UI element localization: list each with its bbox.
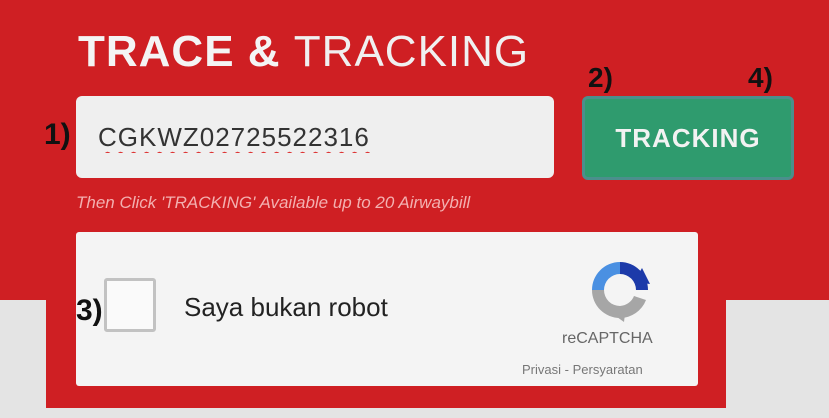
title-bold: TRACE & (78, 27, 281, 76)
page-title: TRACE & TRACKING (78, 26, 529, 78)
airwaybill-input[interactable] (76, 96, 554, 178)
privacy-link[interactable]: Privasi (522, 362, 561, 377)
recaptcha-links: Privasi - Persyaratan (522, 362, 643, 377)
step-2-marker: 2) (588, 62, 613, 93)
terms-link[interactable]: Persyaratan (573, 362, 643, 377)
title-light: TRACKING (293, 27, 530, 76)
links-separator: - (564, 362, 569, 377)
recaptcha-checkbox[interactable] (104, 278, 156, 332)
recaptcha-checkbox-label: Saya bukan robot (184, 292, 388, 322)
step-1-marker: 1) (44, 118, 71, 151)
tracking-button[interactable]: TRACKING (582, 96, 794, 180)
recaptcha-brand: reCAPTCHA (562, 330, 653, 347)
step-3-marker: 3) (76, 294, 103, 327)
tracking-hint: Then Click 'TRACKING' Available up to 20… (76, 193, 471, 212)
step-4-marker: 4) (748, 62, 773, 93)
recaptcha-logo-icon (592, 262, 650, 322)
recaptcha-widget: Saya bukan robot reCAPTCHA Privasi - Per… (76, 232, 698, 386)
